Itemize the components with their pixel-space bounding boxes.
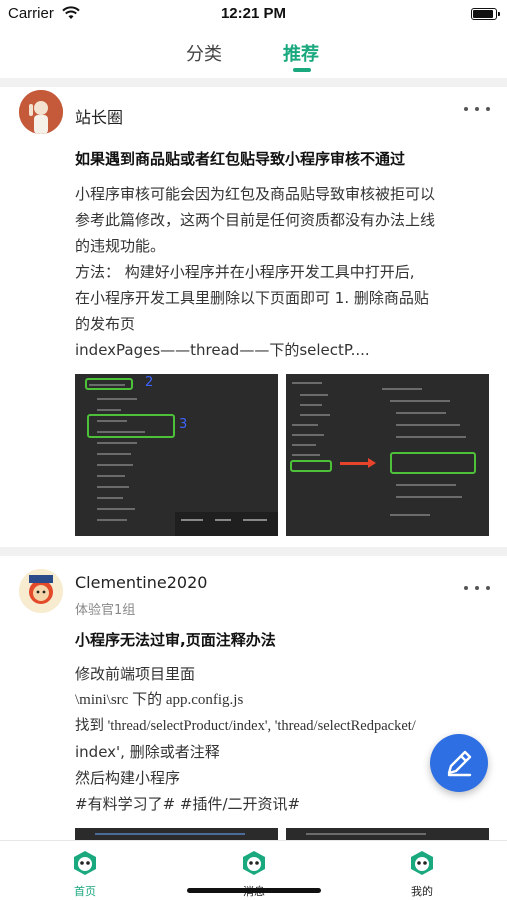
nav-home[interactable]: 首页 — [55, 849, 115, 899]
section-divider — [0, 78, 507, 87]
body-line: 方法： 构建好小程序并在小程序开发工具中打开后, — [75, 263, 415, 281]
tab-category[interactable]: 分类 — [186, 40, 222, 66]
more-options-icon[interactable] — [462, 580, 492, 596]
clock: 12:21 PM — [220, 5, 287, 22]
body-line: index', 删除或者注释 — [75, 743, 220, 761]
post-image[interactable]: 2 3 — [75, 374, 278, 536]
body-line: 找到 'thread/selectProduct/index', 'thread… — [75, 718, 416, 734]
panda-icon — [411, 851, 433, 875]
post-image[interactable] — [286, 374, 489, 536]
more-options-icon[interactable] — [462, 101, 492, 117]
post-card[interactable]: Clementine2020 体验官1组 小程序无法过审,页面注释办法 修改前端… — [0, 556, 507, 840]
post-image[interactable] — [286, 828, 489, 840]
body-line: 在小程序开发工具里删除以下页面即可 1. 删除商品贴 — [75, 289, 429, 307]
author-name[interactable]: Clementine2020 — [75, 573, 207, 592]
author-avatar-icon — [19, 90, 63, 134]
author-group: 体验官1组 — [75, 603, 136, 618]
post-image[interactable] — [75, 828, 278, 840]
nav-label: 首页 — [74, 885, 96, 898]
post-body[interactable]: 修改前端项目里面 \mini\src 下的 app.config.js 找到 '… — [75, 661, 485, 817]
post-title[interactable]: 小程序无法过审,页面注释办法 — [75, 629, 276, 650]
body-line: 的违规功能。 — [75, 237, 166, 255]
panda-icon — [74, 851, 96, 875]
body-line: 然后构建小程序 — [75, 769, 181, 787]
panda-icon — [243, 851, 265, 875]
avatar[interactable] — [19, 90, 63, 134]
status-bar: Carrier 12:21 PM — [0, 0, 507, 28]
body-line: 修改前端项目里面 — [75, 665, 196, 683]
body-line: 的发布页 — [75, 315, 136, 333]
pencil-icon — [447, 750, 472, 777]
post-title[interactable]: 如果遇到商品贴或者红包贴导致小程序审核不通过 — [75, 148, 405, 169]
compose-button[interactable] — [430, 734, 488, 792]
avatar[interactable] — [19, 569, 63, 613]
body-line: \mini\src 下的 app.config.js — [75, 692, 244, 708]
battery-icon — [471, 8, 500, 20]
author-name[interactable]: 站长圈 — [75, 104, 123, 128]
tab-recommend[interactable]: 推荐 — [283, 40, 319, 66]
active-tab-indicator — [293, 68, 311, 72]
post-card[interactable]: 站长圈 如果遇到商品贴或者红包贴导致小程序审核不通过 小程序审核可能会因为红包及… — [0, 87, 507, 547]
post-body[interactable]: 小程序审核可能会因为红包及商品贴导致审核被拒可以 参考此篇修改，这两个目前是任何… — [75, 181, 495, 363]
section-divider — [0, 547, 507, 556]
annotation-number: 2 — [145, 375, 154, 390]
body-line: indexPages——thread——下的selectP.... — [75, 341, 370, 359]
top-tab-bar: 分类 推荐 — [0, 28, 507, 78]
annotation-number: 3 — [179, 417, 188, 432]
post-tags[interactable]: #有料学习了# #插件/二开资讯# — [75, 791, 485, 817]
nav-profile[interactable]: 我的 — [392, 849, 452, 899]
body-line: 参考此篇修改，这两个目前是任何资质都没有办法上线 — [75, 211, 436, 229]
body-line: 小程序审核可能会因为红包及商品贴导致审核被拒可以 — [75, 185, 436, 203]
home-indicator — [187, 888, 321, 893]
nav-label: 我的 — [411, 885, 433, 898]
author-avatar-icon — [19, 569, 63, 613]
